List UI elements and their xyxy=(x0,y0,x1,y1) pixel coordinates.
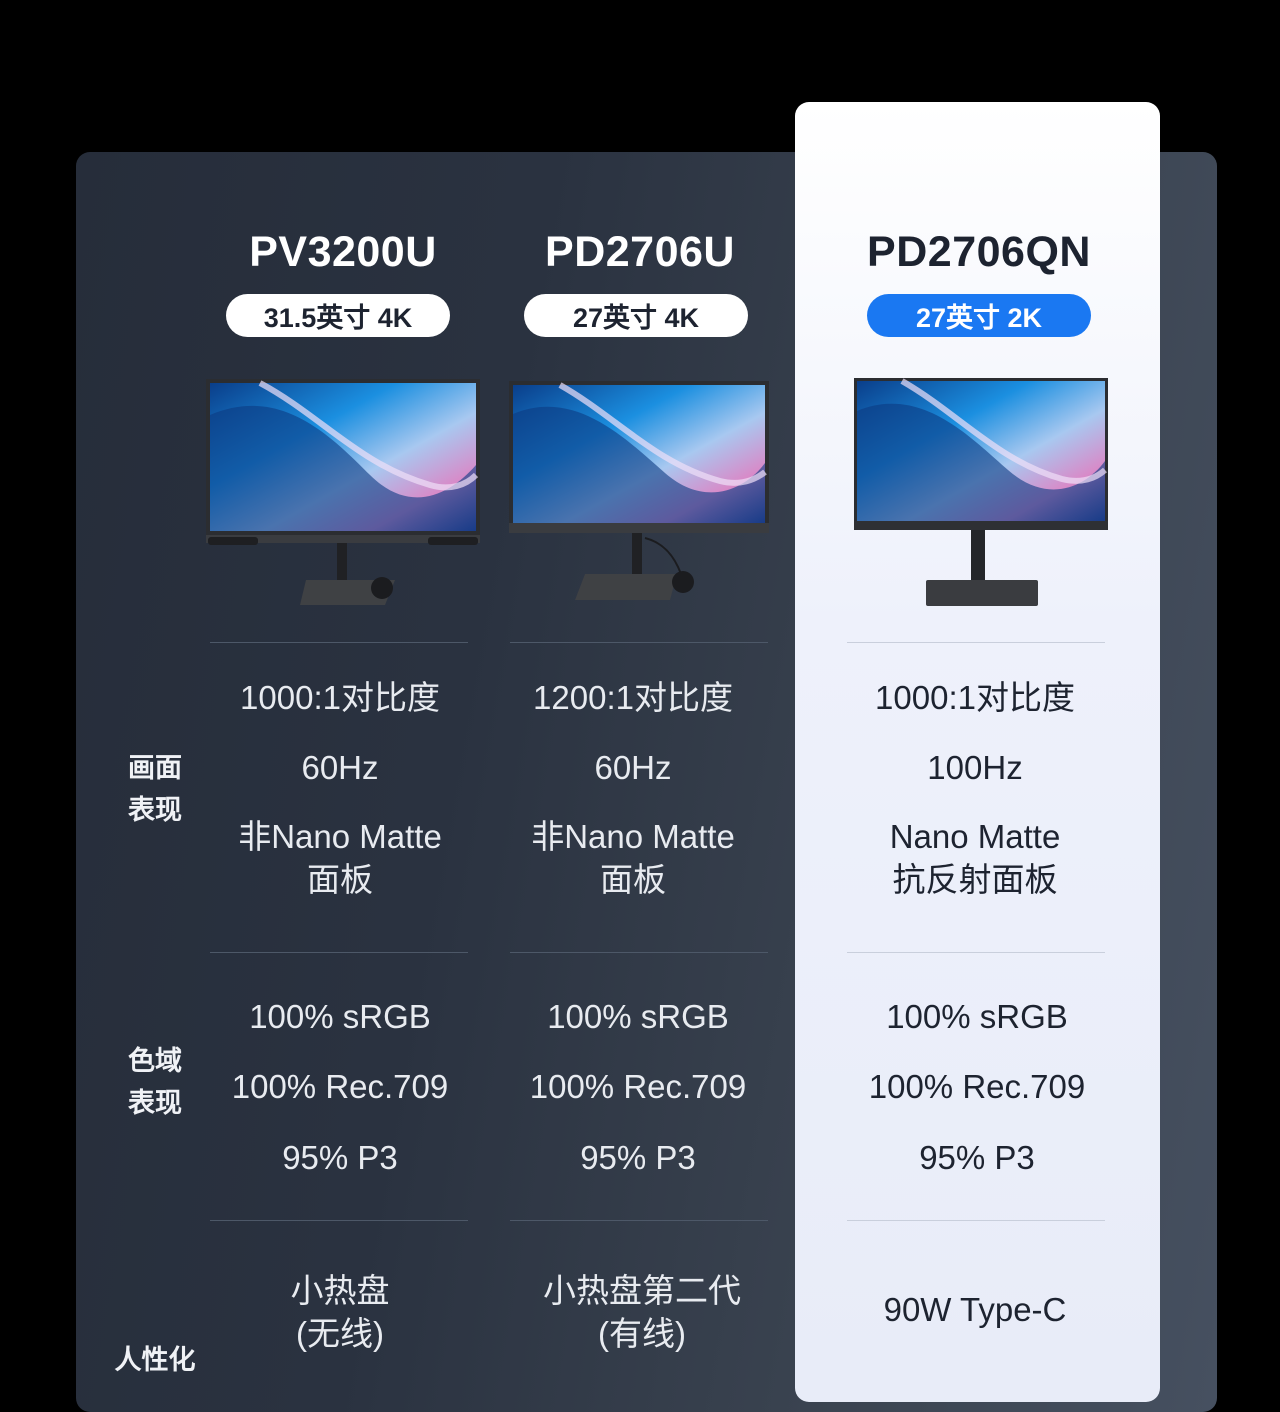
spec-panel-line1: 非Nano Matte xyxy=(531,818,735,855)
spec-panel-line2: 面板 xyxy=(307,861,373,898)
monitor-image xyxy=(206,379,480,605)
divider xyxy=(510,952,768,953)
divider xyxy=(210,952,468,953)
spec-p3: 95% P3 xyxy=(919,1139,1035,1176)
spec-panel-line1: 非Nano Matte xyxy=(238,818,442,855)
spec-contrast: 1200:1对比度 xyxy=(533,679,733,716)
divider xyxy=(847,952,1105,953)
spec-srgb: 100% sRGB xyxy=(886,998,1068,1035)
size-badge: 31.5英寸 4K xyxy=(226,294,450,337)
size-badge: 27英寸 2K xyxy=(867,294,1091,337)
monitor-image xyxy=(509,381,769,600)
row-label-line: 色域 xyxy=(128,1046,182,1077)
spec-extra-line2: (有线) xyxy=(598,1315,686,1352)
spec-contrast: 1000:1对比度 xyxy=(240,679,440,716)
spec-rec709: 100% Rec.709 xyxy=(231,1068,449,1105)
divider xyxy=(847,642,1105,643)
spec-extra-line1: 小热盘第二代 xyxy=(543,1272,741,1309)
spec-panel-line2: 抗反射面板 xyxy=(892,861,1058,898)
spec-extra-line1: 小热盘 xyxy=(290,1272,390,1309)
divider xyxy=(510,642,768,643)
spec-refresh: 100Hz xyxy=(927,749,1023,786)
divider xyxy=(847,1220,1105,1221)
divider xyxy=(210,1220,468,1221)
spec-extra-line1: 90W Type-C xyxy=(883,1291,1067,1328)
row-label-display: 画面 表现 xyxy=(110,748,200,832)
puck-controller xyxy=(672,571,694,593)
divider xyxy=(510,1220,768,1221)
row-label-line: 表现 xyxy=(128,1088,182,1119)
model-title: PD2706U xyxy=(545,228,735,276)
spec-p3: 95% P3 xyxy=(282,1139,398,1176)
spec-refresh: 60Hz xyxy=(594,749,672,786)
spec-rec709: 100% Rec.709 xyxy=(868,1068,1086,1105)
spec-refresh: 60Hz xyxy=(301,749,379,786)
monitor-image xyxy=(854,378,1108,606)
spec-panel-line2: 面板 xyxy=(600,861,666,898)
row-label-line: 人性化 xyxy=(114,1345,196,1376)
spec-contrast: 1000:1对比度 xyxy=(875,679,1075,716)
model-title: PV3200U xyxy=(249,228,437,276)
row-label-line: 表现 xyxy=(128,795,182,826)
spec-extra-line2: (无线) xyxy=(296,1315,384,1352)
spec-panel-line1: Nano Matte xyxy=(889,818,1061,855)
puck-controller xyxy=(371,577,393,599)
spec-srgb: 100% sRGB xyxy=(249,998,431,1035)
spec-rec709: 100% Rec.709 xyxy=(529,1068,747,1105)
divider xyxy=(210,642,468,643)
model-title: PD2706QN xyxy=(867,228,1091,276)
row-label-line: 画面 xyxy=(128,753,182,784)
spec-srgb: 100% sRGB xyxy=(547,998,729,1035)
size-badge: 27英寸 4K xyxy=(524,294,748,337)
row-label-extra: 人性化 xyxy=(110,1340,200,1382)
spec-p3: 95% P3 xyxy=(580,1139,696,1176)
row-label-color: 色域 表现 xyxy=(110,1041,200,1125)
